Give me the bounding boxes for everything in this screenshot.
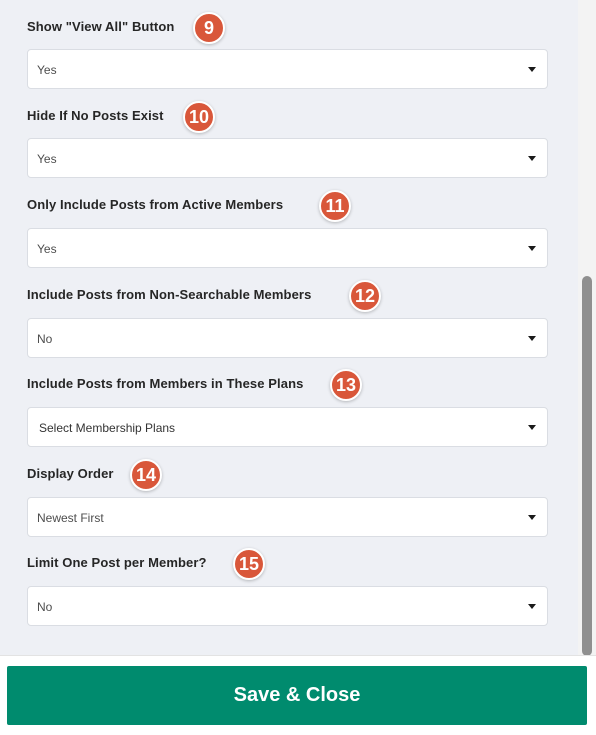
caret-down-icon	[528, 246, 536, 251]
field-non-searchable-members: Include Posts from Non-Searchable Member…	[27, 280, 548, 358]
scrollbar-thumb[interactable]	[582, 276, 592, 656]
settings-panel: Show "View All" Button 9 Yes Hide If No …	[0, 0, 578, 655]
field-display-order: Display Order 14 Newest First	[27, 459, 548, 537]
field-label: Only Include Posts from Active Members	[27, 197, 284, 212]
step-badge: 13	[330, 369, 362, 401]
show-view-all-select[interactable]: Yes	[27, 49, 548, 89]
select-value: No	[37, 600, 53, 614]
field-show-view-all: Show "View All" Button 9 Yes	[27, 12, 548, 89]
field-label: Display Order	[27, 466, 114, 481]
caret-down-icon	[528, 515, 536, 520]
step-badge: 12	[349, 280, 381, 312]
select-value: Yes	[37, 152, 57, 166]
step-badge: 10	[183, 101, 215, 133]
field-label: Show "View All" Button	[27, 19, 175, 34]
field-hide-if-no-posts: Hide If No Posts Exist 10 Yes	[27, 101, 548, 178]
membership-plans-select[interactable]: Select Membership Plans	[27, 407, 548, 447]
display-order-select[interactable]: Newest First	[27, 497, 548, 537]
select-value: Newest First	[37, 511, 104, 525]
field-membership-plans: Include Posts from Members in These Plan…	[27, 369, 548, 447]
field-label: Include Posts from Members in These Plan…	[27, 376, 304, 391]
step-badge: 11	[319, 190, 351, 222]
step-badge: 14	[130, 459, 162, 491]
field-label: Include Posts from Non-Searchable Member…	[27, 287, 312, 302]
non-searchable-members-select[interactable]: No	[27, 318, 548, 358]
select-value: Yes	[37, 63, 57, 77]
field-label: Hide If No Posts Exist	[27, 108, 164, 123]
caret-down-icon	[528, 336, 536, 341]
select-value: Yes	[37, 242, 57, 256]
hide-if-no-posts-select[interactable]: Yes	[27, 138, 548, 178]
field-label: Limit One Post per Member?	[27, 555, 207, 570]
active-members-only-select[interactable]: Yes	[27, 228, 548, 268]
save-close-button[interactable]: Save & Close	[7, 666, 587, 725]
select-value: No	[37, 332, 53, 346]
limit-one-post-select[interactable]: No	[27, 586, 548, 626]
field-limit-one-post: Limit One Post per Member? 15 No	[27, 548, 548, 626]
step-badge: 15	[233, 548, 265, 580]
caret-down-icon	[528, 67, 536, 72]
select-value: Select Membership Plans	[39, 421, 176, 435]
caret-down-icon	[528, 604, 536, 609]
field-active-members-only: Only Include Posts from Active Members 1…	[27, 190, 548, 268]
step-badge: 9	[193, 12, 225, 44]
caret-down-icon	[528, 156, 536, 161]
caret-down-icon	[528, 425, 536, 430]
